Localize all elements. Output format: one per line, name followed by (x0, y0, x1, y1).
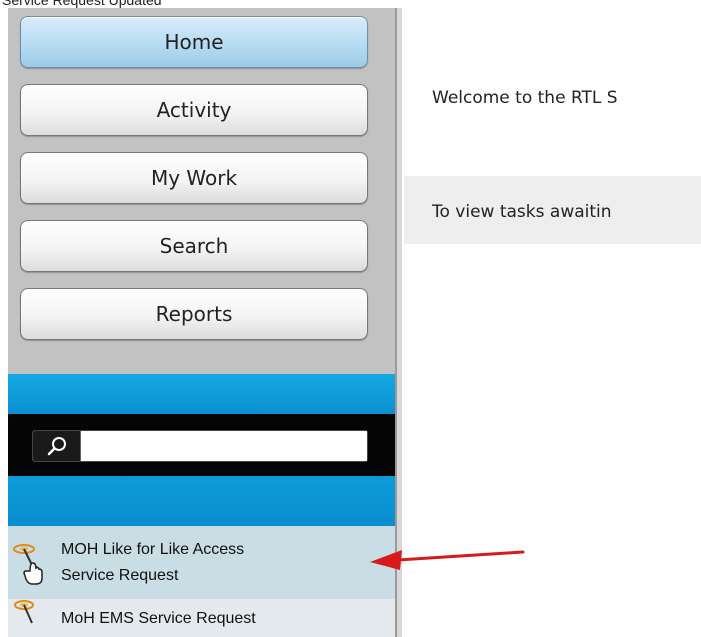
nav-reports-button[interactable]: Reports (20, 288, 368, 340)
top-clipped-text: Service Request Updated (0, 0, 701, 8)
nav-activity-label: Activity (156, 98, 232, 122)
list-item-moh-like-for-like[interactable]: MOH Like for Like Access Service Request (8, 526, 395, 598)
left-sidebar: Home Activity My Work Search Reports MOH… (8, 8, 397, 637)
search-input[interactable] (81, 431, 367, 461)
nav-activity-button[interactable]: Activity (20, 84, 368, 136)
list-item-moh-ems[interactable]: MoH EMS Service Request (8, 598, 395, 637)
hand-cursor-icon (23, 562, 43, 585)
nav-my-work-button[interactable]: My Work (20, 152, 368, 204)
nav-search-label: Search (159, 234, 229, 258)
service-request-icon (14, 600, 34, 624)
list-item-label-line2: Service Request (61, 567, 179, 584)
nav-reports-label: Reports (155, 302, 233, 326)
blue-band-top (8, 374, 395, 414)
welcome-text: Welcome to the RTL S (432, 88, 618, 108)
red-arrow-annotation (370, 550, 525, 570)
nav-home-button[interactable]: Home (20, 16, 368, 68)
nav-search-button[interactable]: Search (20, 220, 368, 272)
nav-my-work-label: My Work (150, 166, 238, 190)
nav-home-label: Home (164, 30, 224, 54)
list-item-label-line1: MoH EMS Service Request (61, 610, 256, 627)
info-text: To view tasks awaitin (432, 202, 612, 222)
search-bar (8, 414, 395, 476)
service-request-icon (13, 544, 43, 585)
info-band: To view tasks awaitin (404, 176, 701, 244)
search-icon[interactable] (33, 431, 81, 461)
search-box (32, 430, 368, 462)
list-item-label-line1: MOH Like for Like Access (61, 541, 245, 558)
blue-band-bottom (8, 476, 395, 526)
top-clipped-label: Service Request Updated (2, 0, 162, 8)
